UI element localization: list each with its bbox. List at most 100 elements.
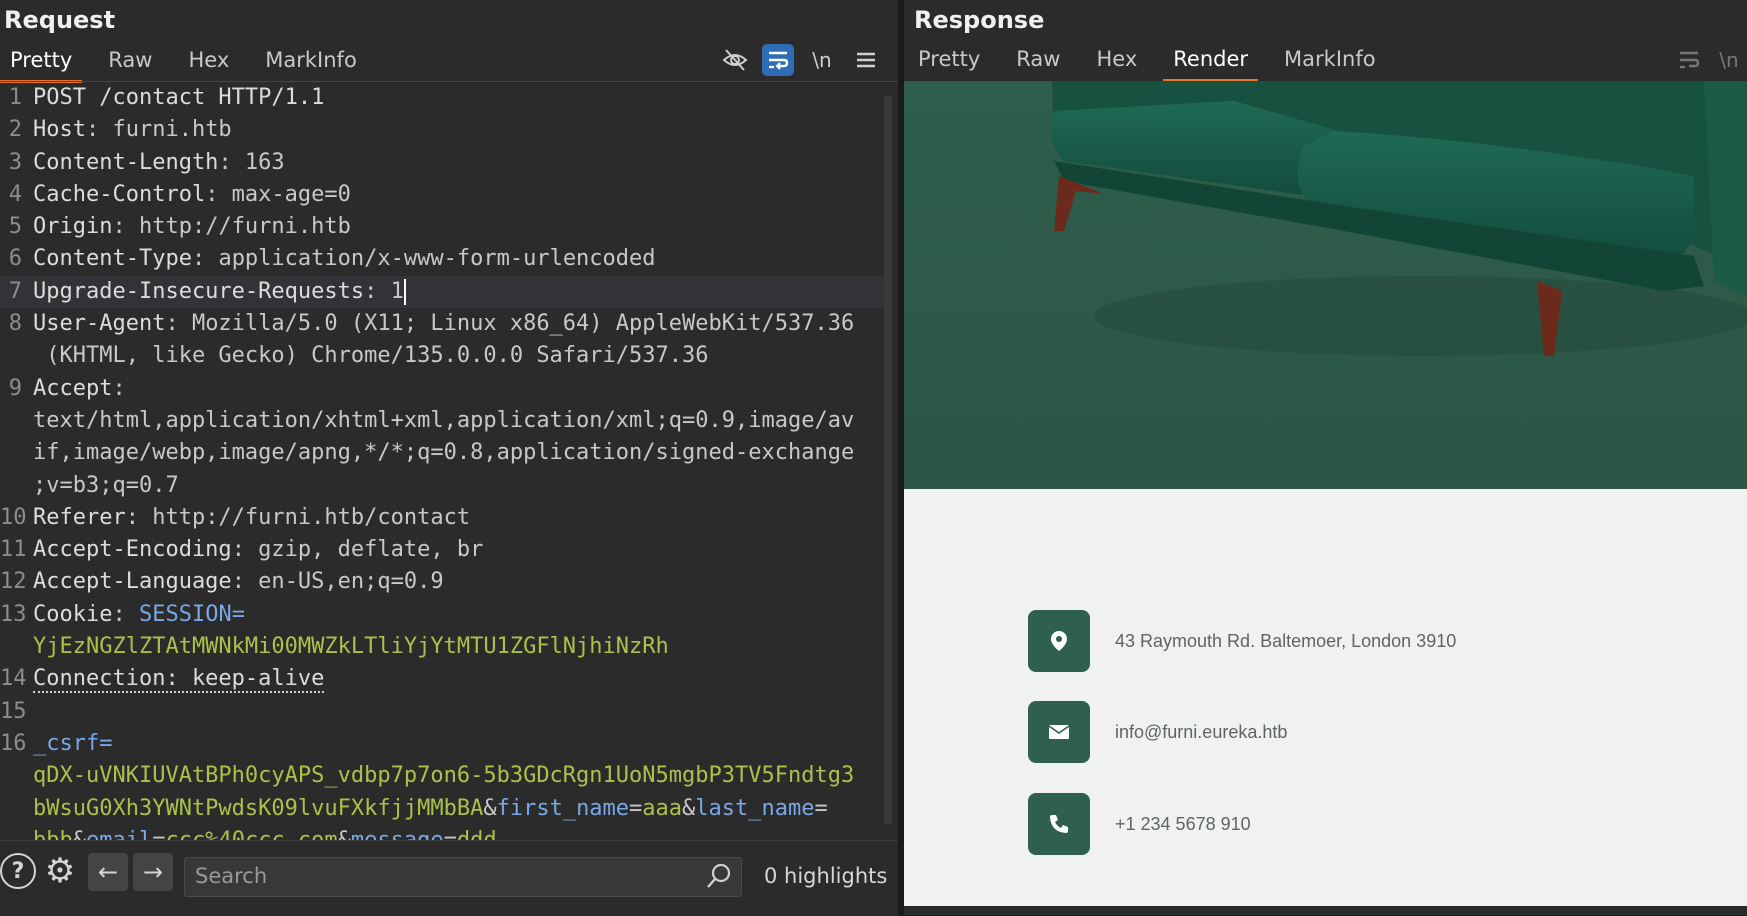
code-text: bWsuG0Xh3YWNtPwdsK09lvuFXkfjjMMbBA&first… [33, 793, 828, 825]
line-number: 12 [0, 569, 27, 595]
code-text: ;v=b3;q=0.7 [33, 470, 179, 502]
address-row: 43 Raymouth Rd. Baltemoer, London 3910 [1028, 610, 1456, 672]
code-token: Upgrade-Insecure-Requests [33, 278, 365, 304]
code-line[interactable]: qDX-uVNKIUVAtBPh0cyAPS_vdbp7p7on6-5b3GDc… [0, 760, 884, 792]
tab-pretty[interactable]: Pretty [0, 48, 83, 83]
tab-markinfo[interactable]: MarkInfo [1274, 47, 1386, 82]
request-title: Request [4, 6, 116, 34]
code-line[interactable]: 15 [0, 696, 884, 728]
code-token: : furni.htb [85, 117, 232, 143]
code-token: Host [33, 117, 86, 143]
tab-raw[interactable]: Raw [98, 48, 162, 83]
line-number: 16 [0, 730, 27, 756]
code-line[interactable]: text/html,application/xhtml+xml,applicat… [0, 405, 884, 437]
code-line[interactable]: if,image/webp,image/apng,*/*;q=0.8,appli… [0, 437, 884, 469]
code-token: message [351, 828, 444, 840]
code-token: : application/x-www-form-urlencoded [191, 246, 656, 272]
line-number [0, 340, 33, 372]
line-number [0, 760, 33, 792]
request-scrollbar[interactable] [884, 95, 892, 825]
code-line[interactable]: 1 POST /contact HTTP/1.1 [0, 82, 884, 114]
code-line[interactable]: 11 Accept-Encoding: gzip, deflate, br [0, 534, 884, 566]
hide-eye-off-icon[interactable] [719, 44, 751, 76]
email-text[interactable]: info@furni.eureka.htb [1115, 722, 1287, 743]
code-text: Cookie: SESSION= [33, 599, 245, 631]
code-line[interactable]: 13 Cookie: SESSION= [0, 599, 884, 631]
arrow-left-icon[interactable]: ← [88, 853, 128, 891]
code-token: text/html,application/xhtml+xml,applicat… [33, 407, 855, 433]
location-pin-icon [1028, 610, 1090, 672]
code-line[interactable]: 10 Referer: http://furni.htb/contact [0, 502, 884, 534]
search-icon[interactable] [705, 862, 733, 890]
code-token: : http://furni.htb/contact [125, 504, 471, 530]
code-token: qDX-uVNKIUVAtBPh0cyAPS_vdbp7p7on6-5b3GDc… [33, 763, 855, 789]
request-editor[interactable]: 1 POST /contact HTTP/1.1 2 Host: furni.htb 3… [0, 82, 884, 840]
wrap-lines-icon[interactable] [1673, 44, 1705, 76]
gear-icon[interactable]: ⚙ [42, 851, 78, 891]
code-text: Referer: http://furni.htb/contact [33, 502, 470, 534]
code-token: (KHTML, like Gecko) Chrome/135.0.0.0 Saf… [33, 343, 709, 369]
code-text: Content-Type: application/x-www-form-url… [33, 243, 656, 275]
tab-hex[interactable]: Hex [178, 48, 239, 83]
response-title: Response [914, 6, 1045, 34]
code-text: Host: furni.htb [33, 114, 232, 146]
code-token: & [338, 828, 351, 840]
search-bar: ? ⚙ ← → 0 highlights [0, 840, 898, 916]
phone-row: +1 234 5678 910 [1028, 793, 1251, 855]
code-line[interactable]: 14 Connection: keep-alive [0, 663, 884, 695]
code-line[interactable]: ;v=b3;q=0.7 [0, 470, 884, 502]
code-text: Connection: keep-alive [33, 663, 325, 695]
sofa-image [904, 81, 1747, 489]
code-token: : [112, 375, 126, 401]
tab-hex[interactable]: Hex [1086, 47, 1147, 82]
newline-toggle-icon[interactable]: \n [806, 44, 838, 76]
line-number: 10 [0, 504, 27, 530]
code-token: SESSION= [138, 601, 245, 627]
code-text: Content-Length: 163 [33, 147, 285, 179]
code-token: email [86, 828, 152, 840]
code-line[interactable]: bbb&email=ccc%40ccc.com&message=ddd [0, 825, 884, 840]
code-line[interactable]: 3 Content-Length: 163 [0, 147, 884, 179]
code-line[interactable]: (KHTML, like Gecko) Chrome/135.0.0.0 Saf… [0, 340, 884, 372]
code-text: Accept-Encoding: gzip, deflate, br [33, 534, 483, 566]
line-number [0, 405, 33, 437]
code-line[interactable]: 2 Host: furni.htb [0, 114, 884, 146]
tab-markinfo[interactable]: MarkInfo [255, 48, 367, 83]
search-input[interactable] [193, 863, 697, 889]
code-line[interactable]: 9 Accept: [0, 373, 884, 405]
tab-raw[interactable]: Raw [1006, 47, 1070, 82]
code-line[interactable]: 12 Accept-Language: en-US,en;q=0.9 [0, 566, 884, 598]
code-line[interactable]: 7 Upgrade-Insecure-Requests: 1 [0, 275, 884, 309]
help-icon[interactable]: ? [0, 853, 36, 889]
code-token: = [629, 795, 643, 821]
code-token: = [444, 828, 457, 840]
tab-render[interactable]: Render [1163, 47, 1259, 82]
arrow-right-icon[interactable]: → [133, 853, 173, 891]
wrap-lines-icon[interactable] [762, 44, 794, 76]
code-line[interactable]: bWsuG0Xh3YWNtPwdsK09lvuFXkfjjMMbBA&first… [0, 793, 884, 825]
code-line[interactable]: 6 Content-Type: application/x-www-form-ur… [0, 243, 884, 275]
tab-pretty[interactable]: Pretty [908, 47, 990, 82]
code-token: Accept [33, 375, 113, 401]
code-token: & [483, 795, 497, 821]
line-number: 2 [8, 117, 22, 143]
code-token: Content-Type [33, 246, 192, 272]
code-line[interactable]: 4 Cache-Control: max-age=0 [0, 179, 884, 211]
code-token: POST /contact HTTP/1.1 [33, 85, 325, 110]
rendered-page: 43 Raymouth Rd. Baltemoer, London 3910 i… [904, 81, 1747, 906]
newline-toggle-icon[interactable]: \n [1715, 44, 1743, 76]
search-field[interactable] [184, 857, 742, 897]
code-token: : en-US,en;q=0.9 [231, 569, 444, 595]
address-text: 43 Raymouth Rd. Baltemoer, London 3910 [1115, 630, 1457, 651]
code-line[interactable]: YjEzNGZlZTAtMWNkMi00MWZkLTliYjYtMTU1ZGFl… [0, 631, 884, 663]
menu-icon[interactable] [850, 44, 882, 76]
contact-info-section: 43 Raymouth Rd. Baltemoer, London 3910 i… [904, 489, 1747, 906]
code-line[interactable]: 8 User-Agent: Mozilla/5.0 (X11; Linux x86… [0, 308, 884, 340]
code-token: ccc%40ccc.com [165, 828, 337, 840]
code-token: : 163 [218, 149, 285, 175]
code-line[interactable]: 16 _csrf= [0, 728, 884, 760]
line-number [0, 437, 33, 469]
code-line[interactable]: 5 Origin: http://furni.htb [0, 211, 884, 243]
code-text: Accept: [33, 373, 126, 405]
code-text: text/html,application/xhtml+xml,applicat… [33, 405, 854, 437]
